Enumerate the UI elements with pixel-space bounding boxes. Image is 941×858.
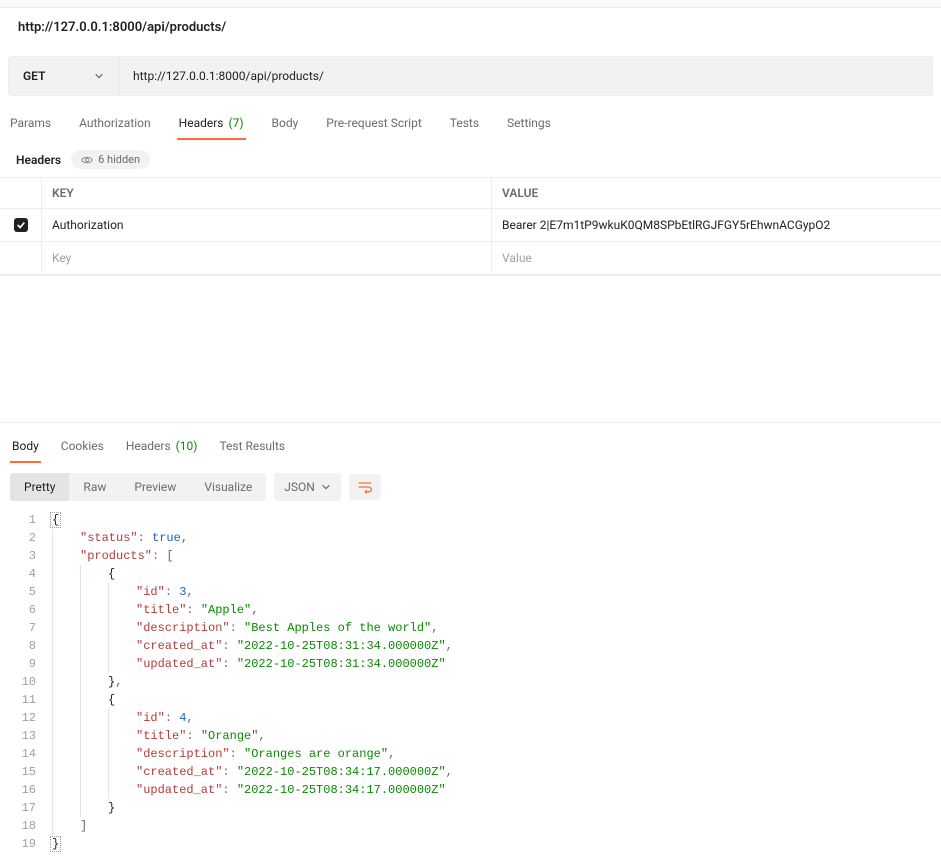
http-method-select[interactable]: GET	[9, 57, 119, 95]
url-input-value: http://127.0.0.1:8000/api/products/	[133, 69, 324, 83]
chevron-down-icon	[321, 482, 331, 492]
view-raw[interactable]: Raw	[69, 473, 120, 501]
response-panel: Body Cookies Headers (10) Test Results P…	[0, 422, 941, 853]
row-check-cell[interactable]	[0, 209, 42, 241]
wrap-lines-button[interactable]	[349, 474, 381, 500]
tab-headers[interactable]: Headers (7)	[177, 110, 246, 140]
tab-params[interactable]: Params	[8, 110, 53, 140]
table-header-row: KEY VALUE	[0, 178, 941, 209]
row-key-placeholder[interactable]: Key	[42, 242, 492, 274]
tab-headers-count: (7)	[228, 116, 243, 130]
wrap-icon	[357, 480, 373, 494]
row-value-placeholder[interactable]: Value	[492, 242, 941, 274]
hidden-headers-text: 6 hidden	[98, 153, 140, 166]
resp-tab-testresults[interactable]: Test Results	[217, 433, 287, 463]
format-select[interactable]: JSON	[274, 473, 341, 501]
hidden-headers-toggle[interactable]: 6 hidden	[71, 150, 150, 169]
tab-settings[interactable]: Settings	[505, 110, 553, 140]
line-gutter: 12345678910111213141516171819	[0, 511, 50, 853]
headers-table: KEY VALUE Authorization Bearer 2|E7m1tP9…	[0, 177, 941, 276]
checkbox-icon	[14, 218, 28, 232]
headers-subheader: Headers 6 hidden	[0, 140, 941, 177]
tab-prerequest[interactable]: Pre-request Script	[324, 110, 423, 140]
resp-tab-headers-count: (10)	[176, 439, 198, 453]
row-check-cell-empty	[0, 242, 42, 274]
view-preview[interactable]: Preview	[120, 473, 190, 501]
resp-tab-cookies[interactable]: Cookies	[59, 433, 106, 463]
table-header-value: VALUE	[492, 178, 941, 208]
response-body-code[interactable]: 12345678910111213141516171819 {"status":…	[0, 507, 941, 853]
row-value-cell[interactable]: Bearer 2|E7m1tP9wkuK0QM8SPbEtlRGJFGY5rEh…	[492, 209, 941, 241]
tab-authorization[interactable]: Authorization	[77, 110, 153, 140]
view-visualize[interactable]: Visualize	[190, 473, 266, 501]
tab-body[interactable]: Body	[270, 110, 301, 140]
table-header-check	[0, 178, 42, 208]
response-toolbar: Pretty Raw Preview Visualize JSON	[0, 463, 941, 507]
tab-tests[interactable]: Tests	[448, 110, 481, 140]
tab-headers-label: Headers	[179, 116, 224, 130]
eye-icon	[81, 154, 93, 166]
view-mode-group: Pretty Raw Preview Visualize	[10, 473, 266, 501]
chevron-down-icon	[94, 71, 104, 81]
row-key-cell[interactable]: Authorization	[42, 209, 492, 241]
table-row: Authorization Bearer 2|E7m1tP9wkuK0QM8SP…	[0, 209, 941, 242]
resp-tab-headers[interactable]: Headers (10)	[124, 433, 200, 463]
format-select-value: JSON	[284, 480, 315, 494]
table-row-empty: Key Value	[0, 242, 941, 275]
request-url-bar: GET http://127.0.0.1:8000/api/products/	[8, 56, 933, 96]
resp-tab-body[interactable]: Body	[10, 433, 41, 463]
request-title: http://127.0.0.1:8000/api/products/	[0, 8, 941, 46]
request-tabs: Params Authorization Headers (7) Body Pr…	[0, 110, 941, 140]
url-input[interactable]: http://127.0.0.1:8000/api/products/	[119, 57, 932, 95]
http-method-value: GET	[23, 69, 45, 83]
view-pretty[interactable]: Pretty	[10, 473, 69, 501]
window-tab-strip	[0, 0, 941, 8]
code-content: {"status": true,"products": [{"id": 3,"t…	[50, 511, 941, 853]
headers-label: Headers	[16, 153, 61, 167]
response-tabs: Body Cookies Headers (10) Test Results	[0, 433, 941, 463]
resp-tab-headers-label: Headers	[126, 439, 171, 453]
table-header-key: KEY	[42, 178, 492, 208]
